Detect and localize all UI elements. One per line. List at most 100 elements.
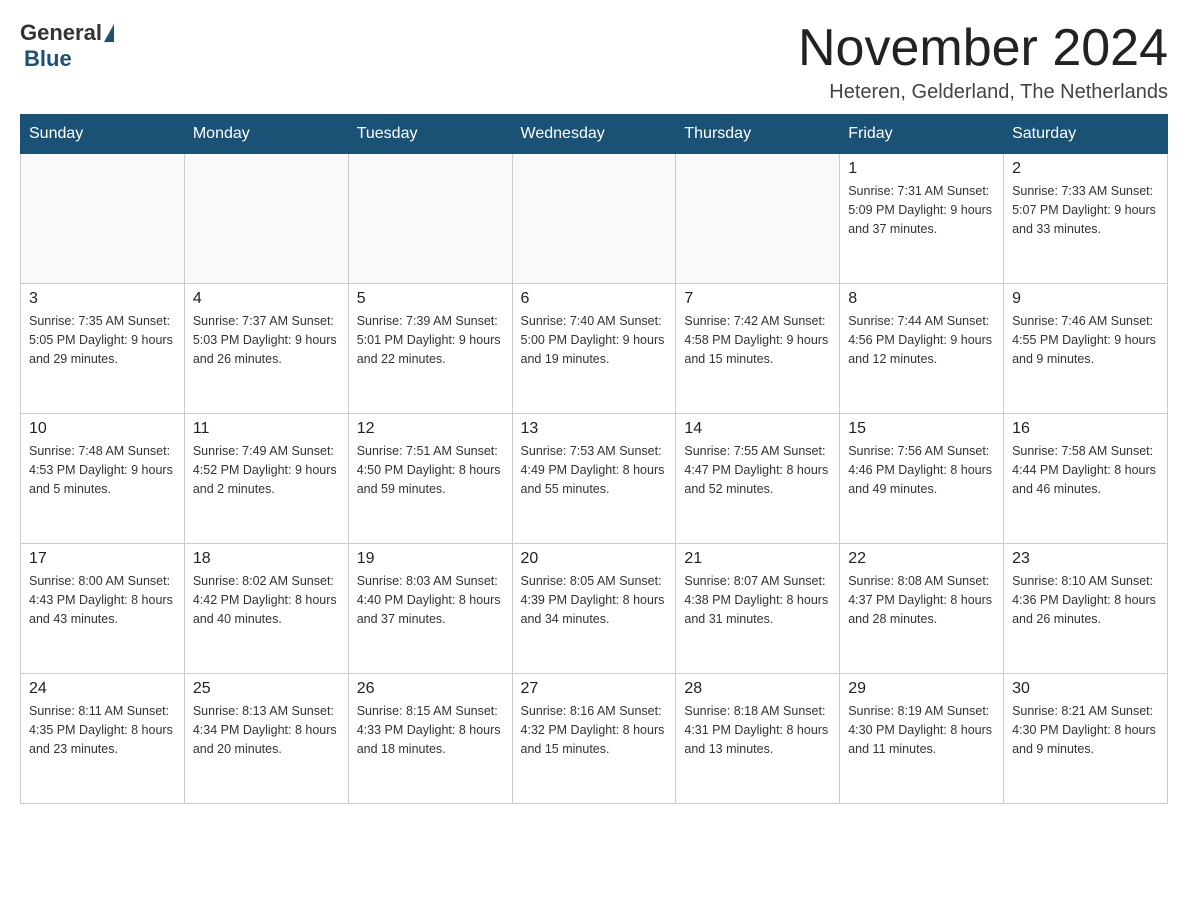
day-number: 24 — [29, 680, 176, 698]
weekday-header-wednesday: Wednesday — [512, 115, 676, 154]
calendar-cell: 26 Sunrise: 8:15 AM Sunset: 4:33 PM Dayli… — [348, 674, 512, 804]
day-info: Sunrise: 8:07 AM Sunset: 4:38 PM Dayligh… — [684, 572, 831, 628]
title-section: November 2024 Heteren, Gelderland, The N… — [798, 20, 1168, 104]
day-number: 26 — [357, 680, 504, 698]
day-info: Sunrise: 7:48 AM Sunset: 4:53 PM Dayligh… — [29, 442, 176, 498]
day-info: Sunrise: 8:02 AM Sunset: 4:42 PM Dayligh… — [193, 572, 340, 628]
day-number: 14 — [684, 420, 831, 438]
day-info: Sunrise: 7:31 AM Sunset: 5:09 PM Dayligh… — [848, 182, 995, 238]
day-info: Sunrise: 8:13 AM Sunset: 4:34 PM Dayligh… — [193, 702, 340, 758]
day-info: Sunrise: 7:42 AM Sunset: 4:58 PM Dayligh… — [684, 312, 831, 368]
day-number: 9 — [1012, 290, 1159, 308]
day-info: Sunrise: 7:58 AM Sunset: 4:44 PM Dayligh… — [1012, 442, 1159, 498]
logo-triangle-icon — [104, 24, 114, 42]
day-info: Sunrise: 7:56 AM Sunset: 4:46 PM Dayligh… — [848, 442, 995, 498]
day-info: Sunrise: 7:44 AM Sunset: 4:56 PM Dayligh… — [848, 312, 995, 368]
calendar-cell: 25 Sunrise: 8:13 AM Sunset: 4:34 PM Dayli… — [184, 674, 348, 804]
day-number: 30 — [1012, 680, 1159, 698]
day-number: 12 — [357, 420, 504, 438]
day-number: 7 — [684, 290, 831, 308]
calendar-cell: 15Sunrise: 7:56 AM Sunset: 4:46 PM Dayli… — [840, 414, 1004, 544]
calendar-cell: 16 Sunrise: 7:58 AM Sunset: 4:44 PM Dayli… — [1004, 414, 1168, 544]
day-info: Sunrise: 7:51 AM Sunset: 4:50 PM Dayligh… — [357, 442, 504, 498]
day-info: Sunrise: 7:39 AM Sunset: 5:01 PM Dayligh… — [357, 312, 504, 368]
day-number: 28 — [684, 680, 831, 698]
calendar-cell: 11Sunrise: 7:49 AM Sunset: 4:52 PM Dayli… — [184, 414, 348, 544]
calendar-cell: 19 Sunrise: 8:03 AM Sunset: 4:40 PM Dayli… — [348, 544, 512, 674]
weekday-header-tuesday: Tuesday — [348, 115, 512, 154]
calendar-cell: 23 Sunrise: 8:10 AM Sunset: 4:36 PM Dayli… — [1004, 544, 1168, 674]
calendar-cell: 10 Sunrise: 7:48 AM Sunset: 4:53 PM Dayli… — [21, 414, 185, 544]
calendar-cell: 2Sunrise: 7:33 AM Sunset: 5:07 PM Daylig… — [1004, 154, 1168, 284]
day-info: Sunrise: 8:00 AM Sunset: 4:43 PM Dayligh… — [29, 572, 176, 628]
day-number: 16 — [1012, 420, 1159, 438]
weekday-header-monday: Monday — [184, 115, 348, 154]
weekday-header-sunday: Sunday — [21, 115, 185, 154]
calendar-cell: 29 Sunrise: 8:19 AM Sunset: 4:30 PM Dayli… — [840, 674, 1004, 804]
day-info: Sunrise: 8:10 AM Sunset: 4:36 PM Dayligh… — [1012, 572, 1159, 628]
calendar-cell: 18Sunrise: 8:02 AM Sunset: 4:42 PM Dayli… — [184, 544, 348, 674]
calendar-header-row: SundayMondayTuesdayWednesdayThursdayFrid… — [21, 115, 1168, 154]
calendar-table: SundayMondayTuesdayWednesdayThursdayFrid… — [20, 114, 1168, 804]
day-number: 23 — [1012, 550, 1159, 568]
calendar-cell: 21 Sunrise: 8:07 AM Sunset: 4:38 PM Dayli… — [676, 544, 840, 674]
calendar-cell: 27 Sunrise: 8:16 AM Sunset: 4:32 PM Dayli… — [512, 674, 676, 804]
day-number: 10 — [29, 420, 176, 438]
day-info: Sunrise: 7:55 AM Sunset: 4:47 PM Dayligh… — [684, 442, 831, 498]
calendar-cell: 30 Sunrise: 8:21 AM Sunset: 4:30 PM Dayli… — [1004, 674, 1168, 804]
day-info: Sunrise: 8:19 AM Sunset: 4:30 PM Dayligh… — [848, 702, 995, 758]
day-number: 21 — [684, 550, 831, 568]
calendar-week-row: 17 Sunrise: 8:00 AM Sunset: 4:43 PM Dayli… — [21, 544, 1168, 674]
day-number: 17 — [29, 550, 176, 568]
calendar-cell: 7 Sunrise: 7:42 AM Sunset: 4:58 PM Daylig… — [676, 284, 840, 414]
day-info: Sunrise: 8:16 AM Sunset: 4:32 PM Dayligh… — [521, 702, 668, 758]
day-number: 27 — [521, 680, 668, 698]
day-info: Sunrise: 8:15 AM Sunset: 4:33 PM Dayligh… — [357, 702, 504, 758]
weekday-header-friday: Friday — [840, 115, 1004, 154]
calendar-cell: 17 Sunrise: 8:00 AM Sunset: 4:43 PM Dayli… — [21, 544, 185, 674]
day-number: 20 — [521, 550, 668, 568]
calendar-cell — [184, 154, 348, 284]
day-info: Sunrise: 8:11 AM Sunset: 4:35 PM Dayligh… — [29, 702, 176, 758]
page-header: General Blue November 2024 Heteren, Geld… — [20, 20, 1168, 104]
calendar-week-row: 24 Sunrise: 8:11 AM Sunset: 4:35 PM Dayli… — [21, 674, 1168, 804]
day-info: Sunrise: 7:49 AM Sunset: 4:52 PM Dayligh… — [193, 442, 340, 498]
day-info: Sunrise: 8:05 AM Sunset: 4:39 PM Dayligh… — [521, 572, 668, 628]
calendar-week-row: 10 Sunrise: 7:48 AM Sunset: 4:53 PM Dayli… — [21, 414, 1168, 544]
calendar-cell — [21, 154, 185, 284]
day-number: 25 — [193, 680, 340, 698]
day-info: Sunrise: 8:03 AM Sunset: 4:40 PM Dayligh… — [357, 572, 504, 628]
location-text: Heteren, Gelderland, The Netherlands — [798, 81, 1168, 104]
day-info: Sunrise: 8:18 AM Sunset: 4:31 PM Dayligh… — [684, 702, 831, 758]
logo: General Blue — [20, 20, 114, 72]
weekday-header-thursday: Thursday — [676, 115, 840, 154]
calendar-cell: 4Sunrise: 7:37 AM Sunset: 5:03 PM Daylig… — [184, 284, 348, 414]
calendar-cell: 6Sunrise: 7:40 AM Sunset: 5:00 PM Daylig… — [512, 284, 676, 414]
day-number: 19 — [357, 550, 504, 568]
logo-blue-text: Blue — [24, 46, 114, 72]
calendar-cell: 12 Sunrise: 7:51 AM Sunset: 4:50 PM Dayli… — [348, 414, 512, 544]
calendar-cell: 14 Sunrise: 7:55 AM Sunset: 4:47 PM Dayli… — [676, 414, 840, 544]
day-info: Sunrise: 7:40 AM Sunset: 5:00 PM Dayligh… — [521, 312, 668, 368]
calendar-cell: 8 Sunrise: 7:44 AM Sunset: 4:56 PM Daylig… — [840, 284, 1004, 414]
calendar-week-row: 3 Sunrise: 7:35 AM Sunset: 5:05 PM Daylig… — [21, 284, 1168, 414]
calendar-cell — [676, 154, 840, 284]
day-info: Sunrise: 7:46 AM Sunset: 4:55 PM Dayligh… — [1012, 312, 1159, 368]
day-info: Sunrise: 8:08 AM Sunset: 4:37 PM Dayligh… — [848, 572, 995, 628]
day-info: Sunrise: 7:37 AM Sunset: 5:03 PM Dayligh… — [193, 312, 340, 368]
calendar-cell: 13 Sunrise: 7:53 AM Sunset: 4:49 PM Dayli… — [512, 414, 676, 544]
calendar-cell: 24 Sunrise: 8:11 AM Sunset: 4:35 PM Dayli… — [21, 674, 185, 804]
day-number: 3 — [29, 290, 176, 308]
day-number: 8 — [848, 290, 995, 308]
calendar-week-row: 1Sunrise: 7:31 AM Sunset: 5:09 PM Daylig… — [21, 154, 1168, 284]
calendar-cell: 3 Sunrise: 7:35 AM Sunset: 5:05 PM Daylig… — [21, 284, 185, 414]
day-info: Sunrise: 7:53 AM Sunset: 4:49 PM Dayligh… — [521, 442, 668, 498]
day-number: 22 — [848, 550, 995, 568]
day-info: Sunrise: 8:21 AM Sunset: 4:30 PM Dayligh… — [1012, 702, 1159, 758]
calendar-cell: 1Sunrise: 7:31 AM Sunset: 5:09 PM Daylig… — [840, 154, 1004, 284]
day-number: 13 — [521, 420, 668, 438]
day-number: 29 — [848, 680, 995, 698]
day-info: Sunrise: 7:35 AM Sunset: 5:05 PM Dayligh… — [29, 312, 176, 368]
calendar-cell — [348, 154, 512, 284]
weekday-header-saturday: Saturday — [1004, 115, 1168, 154]
